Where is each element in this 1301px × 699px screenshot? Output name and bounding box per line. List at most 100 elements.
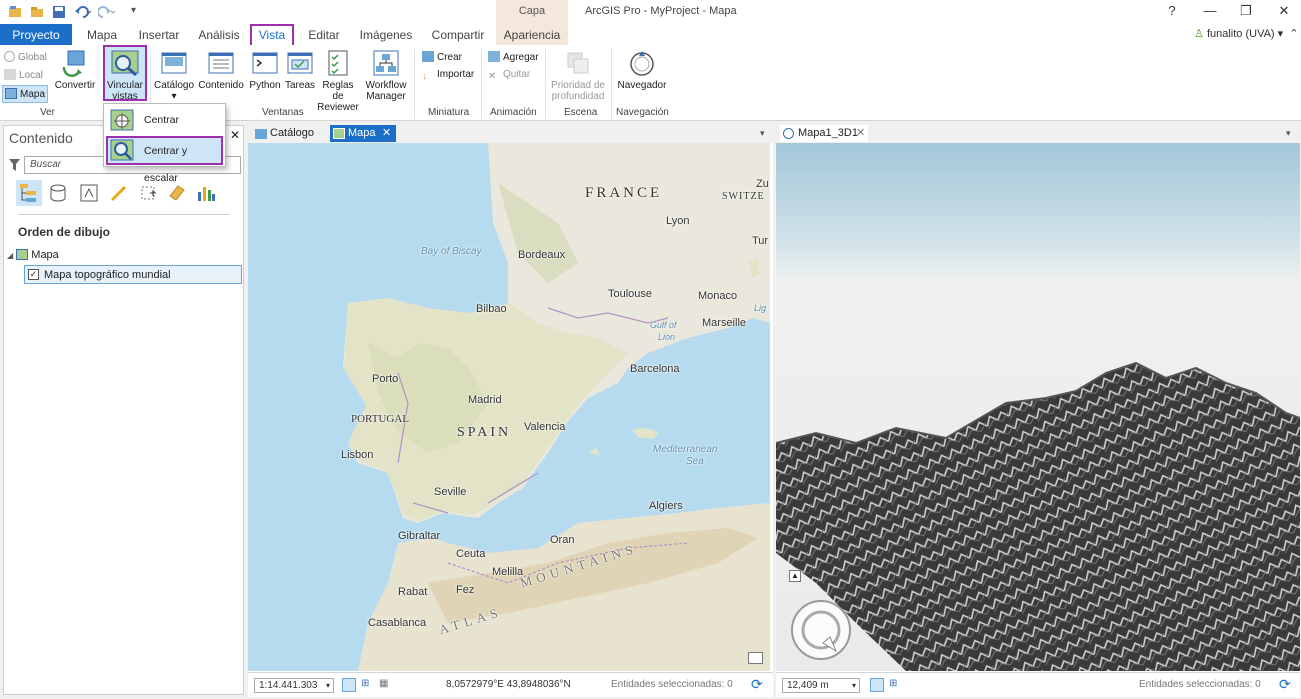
map-label: Lisbon bbox=[341, 449, 374, 461]
map-canvas[interactable]: FRANCE Lyon Bay of Biscay Bordeaux Toulo… bbox=[248, 143, 770, 671]
contents-title: Contenido bbox=[9, 130, 73, 146]
tareas-button[interactable]: Tareas bbox=[284, 49, 316, 91]
local-scene-icon bbox=[4, 69, 16, 80]
workflow-manager-button[interactable]: Workflow Manager bbox=[362, 49, 410, 102]
layer-visibility-checkbox[interactable]: ✓ bbox=[28, 269, 39, 280]
menu-item-centrar-y-escalar[interactable]: Centrar y escalar bbox=[106, 136, 223, 184]
menu-item-centrar[interactable]: Centrar bbox=[106, 106, 223, 135]
map-label: Barcelona bbox=[630, 363, 680, 375]
link-views-menu: Centrar Centrar y escalar bbox=[103, 103, 226, 184]
map-label: Bilbao bbox=[476, 303, 507, 315]
data-source-icon[interactable] bbox=[49, 184, 67, 202]
prioridad-profundidad-button[interactable]: Prioridad de profundidad bbox=[548, 49, 608, 102]
tab-proyecto[interactable]: Proyecto bbox=[0, 24, 72, 46]
tab-scene-view[interactable]: Mapa1_3D1 ✕ bbox=[780, 125, 868, 142]
group-separator bbox=[481, 49, 482, 119]
map-label: Madrid bbox=[468, 394, 502, 406]
tab-apariencia[interactable]: Apariencia bbox=[496, 24, 568, 46]
editing-icon[interactable] bbox=[110, 184, 128, 202]
mapa-button[interactable]: Mapa bbox=[2, 85, 49, 103]
close-window-icon[interactable]: ✕ bbox=[1270, 3, 1298, 21]
map-label: FRANCE bbox=[585, 185, 663, 201]
scale-selector[interactable]: 1:14.441.303 ▾ bbox=[254, 678, 334, 693]
crear-button[interactable]: Crear bbox=[422, 51, 462, 63]
refresh-icon[interactable]: ⟳ bbox=[751, 676, 763, 693]
restore-icon[interactable]: ❐ bbox=[1232, 3, 1260, 21]
python-button[interactable]: Python bbox=[248, 49, 282, 91]
snapping-toggle-icon[interactable] bbox=[870, 678, 884, 692]
basemap-graphic bbox=[248, 143, 770, 671]
map-label: SWITZE bbox=[722, 191, 765, 202]
window-title: ArcGIS Pro - MyProject - Mapa bbox=[585, 5, 737, 17]
global-button[interactable]: Global bbox=[4, 51, 47, 63]
constraint-icon[interactable]: ▦ bbox=[379, 678, 388, 689]
minimize-icon[interactable]: — bbox=[1196, 3, 1224, 21]
importar-button[interactable]: ↓ Importar bbox=[422, 69, 474, 82]
catalogo-button[interactable]: Catálogo ▾ bbox=[153, 49, 195, 102]
undo-icon[interactable] bbox=[74, 5, 92, 19]
selected-features-count: Entidades seleccionadas: 0 bbox=[1139, 679, 1261, 690]
group-separator bbox=[545, 49, 546, 119]
center-and-scale-icon bbox=[110, 139, 134, 161]
navegador-button[interactable]: Navegador bbox=[616, 49, 668, 91]
reglas-reviewer-button[interactable]: Reglas de Reviewer bbox=[316, 49, 360, 113]
agregar-button[interactable]: Agregar bbox=[488, 51, 539, 63]
attribution-icon[interactable] bbox=[748, 652, 763, 664]
center-icon bbox=[110, 109, 134, 131]
close-tab-icon[interactable]: ✕ bbox=[382, 125, 391, 142]
open-project-icon[interactable] bbox=[30, 5, 44, 19]
qat-customize-icon[interactable]: ▾ bbox=[131, 5, 145, 19]
grid-toggle-icon[interactable]: ⊞ bbox=[361, 678, 369, 689]
expand-icon[interactable]: ◢ bbox=[7, 251, 13, 260]
expand-navigator-icon[interactable]: ▲ bbox=[789, 570, 801, 582]
distance-selector[interactable]: 12,409 m ▾ bbox=[782, 678, 860, 693]
contenido-button[interactable]: Contenido bbox=[198, 49, 244, 91]
tab-overflow-icon[interactable]: ▾ bbox=[760, 128, 765, 139]
vincular-vistas-button[interactable]: Vincular vistas▾ bbox=[103, 45, 147, 113]
map-label: Seville bbox=[434, 486, 467, 498]
grid-toggle-icon[interactable]: ⊞ bbox=[889, 678, 897, 689]
navigator-control-icon[interactable] bbox=[790, 599, 852, 661]
map-tree-node[interactable]: ◢ Mapa bbox=[7, 249, 59, 261]
link-views-icon bbox=[111, 50, 139, 77]
close-tab-icon[interactable]: ✕ bbox=[856, 125, 865, 142]
refresh-icon[interactable]: ⟳ bbox=[1279, 676, 1291, 693]
tab-mapa[interactable]: Mapa bbox=[80, 24, 124, 46]
snapping-toggle-icon[interactable] bbox=[342, 678, 356, 692]
selection-icon[interactable] bbox=[80, 184, 98, 202]
redo-icon[interactable] bbox=[98, 5, 116, 19]
tab-analisis[interactable]: Análisis bbox=[194, 24, 244, 46]
tab-editar[interactable]: Editar bbox=[302, 24, 346, 46]
group-separator bbox=[611, 49, 612, 119]
group-separator bbox=[414, 49, 415, 119]
drawing-order-heading: Orden de dibujo bbox=[18, 225, 110, 239]
layer-row[interactable]: ✓ Mapa topográfico mundial bbox=[24, 265, 242, 284]
tab-overflow-icon[interactable]: ▾ bbox=[1286, 128, 1291, 139]
convertir-button[interactable]: Convertir bbox=[54, 49, 96, 91]
tab-mapa-view[interactable]: Mapa ✕ bbox=[330, 125, 396, 142]
create-thumbnail-icon bbox=[422, 51, 434, 62]
user-account[interactable]: ♙ funalito (UVA) ▾ ⌃ bbox=[1194, 27, 1299, 40]
tab-insertar[interactable]: Insertar bbox=[132, 24, 186, 46]
contents-pane: Contenido ✕ Buscar Orden de dibujo ◢ Map… bbox=[3, 125, 244, 695]
list-by-drawing-order-button[interactable] bbox=[16, 180, 42, 206]
tab-catalogo-view[interactable]: Catálogo bbox=[252, 125, 324, 142]
quitar-button[interactable]: ✕ Quitar bbox=[488, 69, 530, 82]
group-label-animacion: Animación bbox=[490, 107, 537, 118]
catalog-icon bbox=[161, 52, 187, 74]
save-icon[interactable] bbox=[52, 5, 66, 19]
tab-vista[interactable]: Vista bbox=[250, 24, 294, 46]
help-icon[interactable]: ? bbox=[1158, 3, 1186, 21]
close-pane-icon[interactable]: ✕ bbox=[230, 128, 240, 142]
tab-imagenes[interactable]: Imágenes bbox=[356, 24, 416, 46]
import-icon: ↓ bbox=[422, 71, 427, 82]
filter-icon[interactable] bbox=[9, 159, 20, 171]
reviewer-rules-icon bbox=[328, 50, 348, 76]
new-project-icon[interactable] bbox=[8, 5, 22, 19]
local-button[interactable]: Local bbox=[4, 69, 43, 81]
python-icon bbox=[252, 52, 278, 74]
map-label: Marseille bbox=[702, 317, 747, 329]
scene-canvas[interactable]: ▲ bbox=[776, 143, 1300, 671]
tab-compartir[interactable]: Compartir bbox=[426, 24, 490, 46]
map-view-pane: Catálogo Mapa ✕ ▾ FRANCE Lyon Bay of Bis… bbox=[248, 125, 773, 697]
